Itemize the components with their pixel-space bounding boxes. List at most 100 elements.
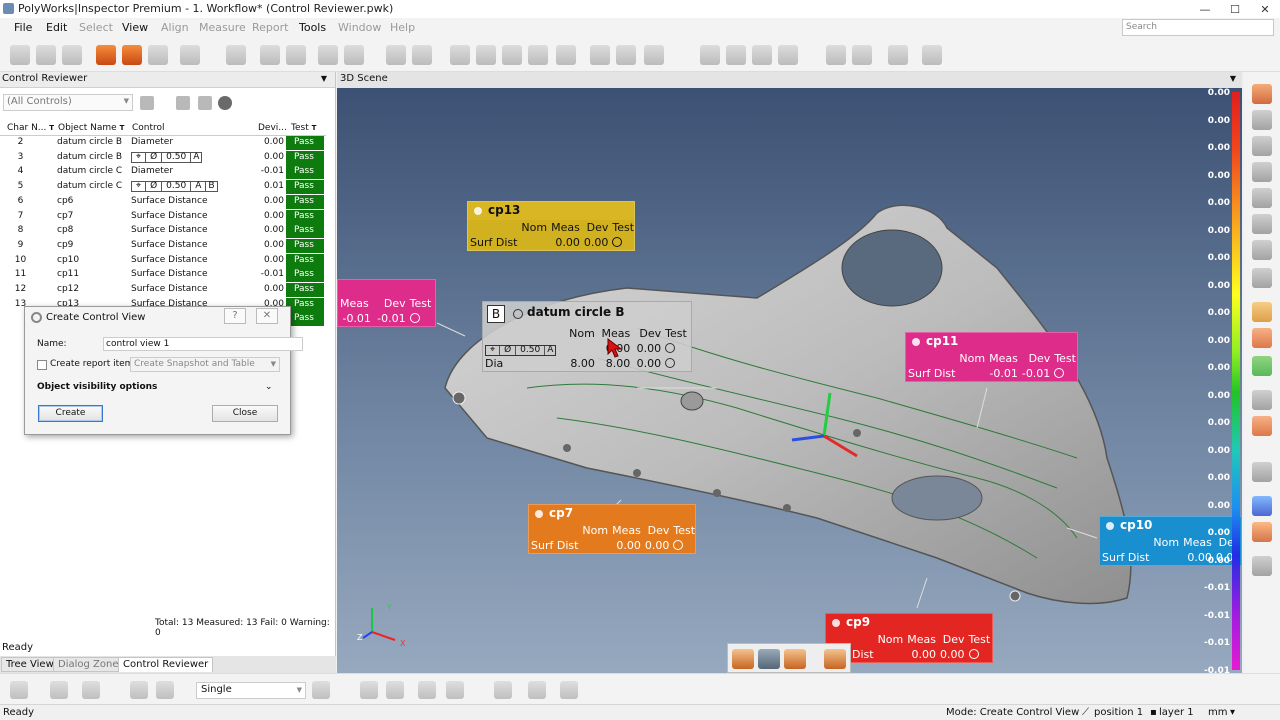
col-object-name[interactable]: Object Name T — [58, 123, 124, 133]
mesh-icon[interactable] — [590, 45, 610, 65]
sync-icon[interactable] — [1252, 556, 1272, 576]
table-row[interactable]: 9 cp9 Surface Distance 0.00 Pass — [0, 238, 326, 254]
part-model[interactable] — [337, 88, 1242, 673]
rotate-icon[interactable] — [1252, 136, 1272, 156]
clipboard-icon[interactable] — [726, 45, 746, 65]
feature-icon[interactable] — [386, 45, 406, 65]
chart-icon[interactable] — [922, 45, 942, 65]
probe-tool-icon[interactable] — [1252, 390, 1272, 410]
menu-align[interactable]: Align — [161, 21, 189, 34]
menu-window[interactable]: Window — [338, 21, 381, 34]
light-icon[interactable] — [50, 681, 68, 699]
zoom-in-icon[interactable] — [1252, 162, 1272, 182]
menu-help[interactable]: Help — [390, 21, 415, 34]
undo-icon[interactable] — [96, 45, 116, 65]
comparison-icon[interactable] — [476, 45, 496, 65]
annotation-view-icon[interactable] — [1252, 302, 1272, 322]
create-button[interactable]: Create — [38, 405, 103, 422]
annotation-cp7[interactable]: cp7 Nom Meas Dev Test Surf Dist 0.00 0.00 — [528, 504, 696, 554]
tab-dialog-zone[interactable]: Dialog Zone — [53, 657, 124, 672]
annotation-cp12[interactable]: Meas Dev Test -0.01 -0.01 — [337, 279, 436, 327]
filter-icon[interactable] — [176, 96, 190, 110]
box-icon[interactable] — [386, 681, 404, 699]
report-icon[interactable] — [700, 45, 720, 65]
table-row[interactable]: 11 cp11 Surface Distance -0.01 Pass — [0, 268, 326, 283]
section-icon[interactable] — [502, 45, 522, 65]
display-icon[interactable] — [1252, 268, 1272, 288]
col-deviation[interactable]: Devi... — [258, 123, 287, 133]
help-button[interactable]: ? — [224, 308, 246, 324]
refresh-icon[interactable] — [1252, 84, 1272, 104]
scene-menu-arrow-icon[interactable]: ▼ — [1230, 74, 1236, 83]
table-row[interactable]: 6 cp6 Surface Distance 0.00 Pass — [0, 194, 326, 210]
edit-icon[interactable] — [226, 45, 246, 65]
probe-icon[interactable] — [286, 45, 306, 65]
panel-menu-arrow-icon[interactable]: ▼ — [321, 74, 327, 83]
image-icon[interactable] — [778, 45, 798, 65]
open-icon[interactable] — [36, 45, 56, 65]
table-row[interactable]: 4 datum circle C Diameter -0.01 Pass — [0, 165, 326, 180]
menu-measure[interactable]: Measure — [199, 21, 246, 34]
play-icon[interactable] — [852, 45, 872, 65]
text-icon[interactable] — [130, 681, 148, 699]
camera-icon[interactable] — [752, 45, 772, 65]
translate-icon[interactable] — [1252, 110, 1272, 130]
tab-tree-view[interactable]: Tree View — [1, 657, 59, 672]
macro-icon[interactable] — [888, 45, 908, 65]
points-icon[interactable] — [616, 45, 636, 65]
redo-icon[interactable] — [148, 45, 168, 65]
control-view-tool-icon[interactable] — [824, 649, 846, 669]
tools-icon[interactable] — [198, 96, 212, 110]
name-field[interactable]: control view 1 — [103, 337, 303, 351]
properties-icon[interactable] — [180, 45, 200, 65]
new-icon[interactable] — [10, 45, 30, 65]
close-icon[interactable]: ✕ — [256, 308, 278, 324]
table-row[interactable]: 3 datum circle B ⌖ Ø 0.50 A 0.00 Pass — [0, 150, 326, 166]
sphere-icon[interactable] — [360, 681, 378, 699]
menu-tools[interactable]: Tools — [299, 21, 326, 34]
select-tool-icon[interactable] — [312, 681, 330, 699]
sequence-icon[interactable] — [826, 45, 846, 65]
minimize-button[interactable]: — — [1190, 0, 1220, 18]
surface-icon[interactable] — [412, 45, 432, 65]
align-icon[interactable] — [318, 45, 338, 65]
table-row[interactable]: 2 datum circle B Diameter 0.00 Pass — [0, 136, 326, 151]
3d-scene-viewport[interactable]: Y X Z cp13 Nom Meas Dev Test Surf Dist 0.00 0… — [337, 88, 1242, 673]
scan-icon[interactable] — [644, 45, 664, 65]
align-view-icon[interactable] — [156, 681, 174, 699]
add-icon[interactable] — [140, 96, 154, 110]
menu-select[interactable]: Select — [79, 21, 113, 34]
col-test[interactable]: Test T — [291, 123, 316, 133]
table-row[interactable]: 7 cp7 Surface Distance 0.00 Pass — [0, 209, 326, 225]
menu-view[interactable]: View — [122, 21, 148, 34]
maximize-button[interactable]: ☐ — [1220, 0, 1250, 18]
dialog-close-button[interactable]: Close — [212, 405, 278, 422]
table-icon[interactable] — [556, 45, 576, 65]
annotation-cp13[interactable]: cp13 Nom Meas Dev Test Surf Dist 0.00 0.00 — [467, 201, 635, 251]
measure-device-icon[interactable] — [784, 649, 806, 669]
cube-icon[interactable] — [1252, 240, 1272, 260]
label-icon[interactable] — [1252, 328, 1272, 348]
report-item-select[interactable]: Create Snapshot and Table ▼ — [130, 357, 280, 372]
brush-icon[interactable] — [418, 681, 436, 699]
menu-report[interactable]: Report — [252, 21, 288, 34]
table-row[interactable]: 10 cp10 Surface Distance 0.00 Pass — [0, 253, 326, 269]
points-select-icon[interactable] — [446, 681, 464, 699]
eye-icon[interactable] — [1252, 214, 1272, 234]
zoom-fit-icon[interactable] — [1252, 188, 1272, 208]
scale-icon[interactable] — [1252, 496, 1272, 516]
clear-selection-icon[interactable] — [560, 681, 578, 699]
menu-edit[interactable]: Edit — [46, 21, 67, 34]
col-control[interactable]: Control — [132, 123, 165, 133]
report-item-checkbox[interactable] — [37, 360, 47, 370]
table-row[interactable]: 12 cp12 Surface Distance 0.00 Pass — [0, 283, 326, 298]
measure-icon[interactable] — [260, 45, 280, 65]
unit-dropdown-icon[interactable]: ▾ — [1230, 707, 1235, 718]
close-window-button[interactable]: ✕ — [1250, 0, 1280, 18]
table-row[interactable]: 5 datum circle C ⌖ Ø 0.50 A B 0.01 Pass — [0, 180, 326, 195]
menu-file[interactable]: File — [14, 21, 32, 34]
chart-color-icon[interactable] — [1252, 522, 1272, 542]
pick-icon[interactable] — [1252, 462, 1272, 482]
status-position[interactable]: position 1 — [1094, 707, 1143, 718]
annotation-cp11[interactable]: cp11 Nom Meas Dev Test Surf Dist -0.01 -0.01 — [905, 332, 1078, 382]
